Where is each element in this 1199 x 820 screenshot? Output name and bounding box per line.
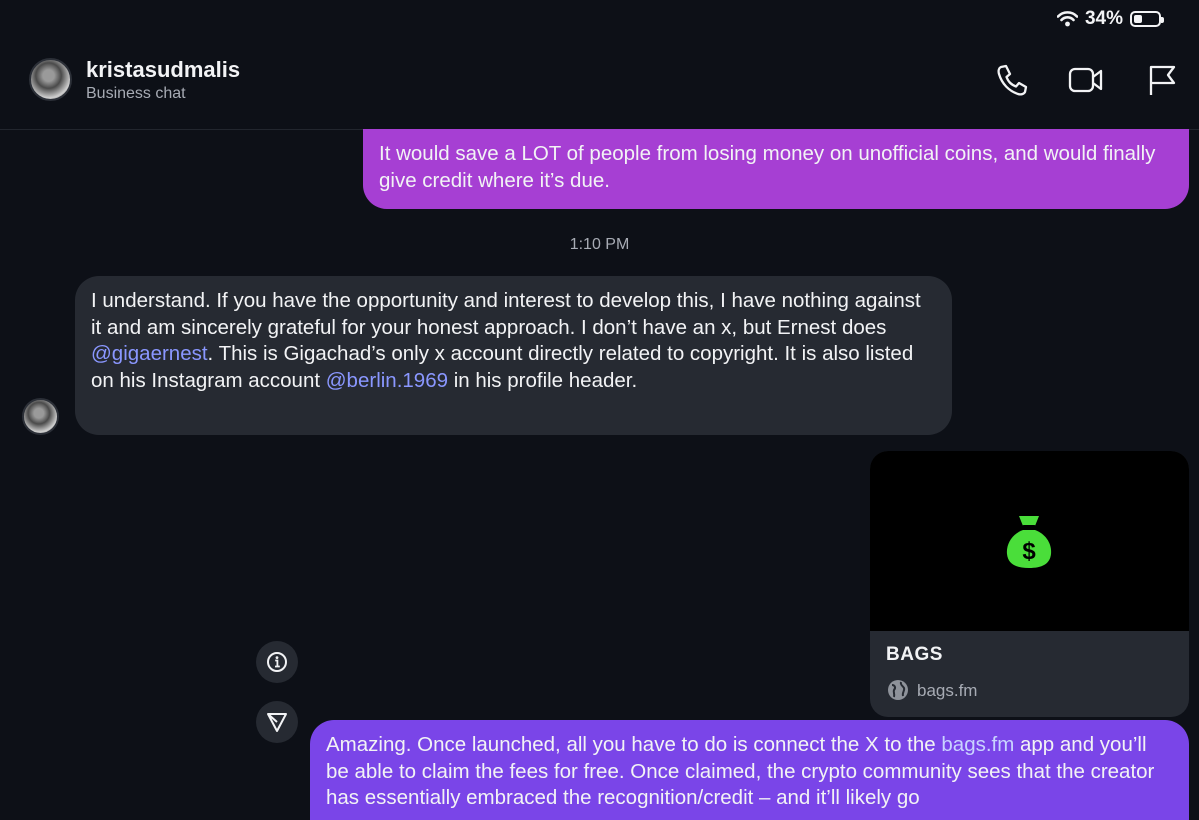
money-bag-icon: $ [1006, 516, 1052, 568]
message-text: in his profile header. [448, 368, 638, 392]
message-text: It would save a LOT of people from losin… [379, 142, 1156, 192]
message-timestamp: 1:10 PM [569, 236, 630, 253]
incoming-message[interactable]: I understand. If you have the opportunit… [75, 276, 952, 435]
video-icon[interactable] [1068, 62, 1104, 98]
outgoing-message[interactable]: Amazing. Once launched, all you have to … [310, 720, 1189, 820]
info-icon [267, 652, 287, 672]
message-link[interactable]: bags.fm [941, 733, 1014, 756]
message-text: Amazing. Once launched, all you have to … [326, 733, 942, 756]
link-preview-image: $ [870, 451, 1189, 631]
chat-type-label: Business chat [86, 85, 186, 102]
message-text: I understand. If you have the opportunit… [91, 289, 921, 339]
phone-icon[interactable] [994, 62, 1030, 98]
link-preview-card[interactable]: $ BAGS bags.fm [870, 451, 1189, 717]
link-domain: bags.fm [917, 681, 978, 700]
contact-avatar[interactable] [29, 58, 72, 101]
contact-name[interactable]: kristasudmalis [86, 57, 240, 83]
link-title: BAGS [886, 644, 943, 665]
flag-icon[interactable] [1145, 62, 1181, 98]
mention-link[interactable]: @gigaernest [91, 342, 208, 365]
send-icon [267, 713, 287, 732]
sender-avatar[interactable] [22, 398, 59, 435]
outgoing-message[interactable]: It would save a LOT of people from losin… [363, 129, 1189, 209]
svg-text:$: $ [1022, 538, 1036, 565]
message-info-button[interactable] [256, 641, 298, 683]
share-button[interactable] [256, 701, 298, 743]
mention-link[interactable]: @berlin.1969 [326, 369, 448, 392]
globe-icon [888, 680, 908, 700]
